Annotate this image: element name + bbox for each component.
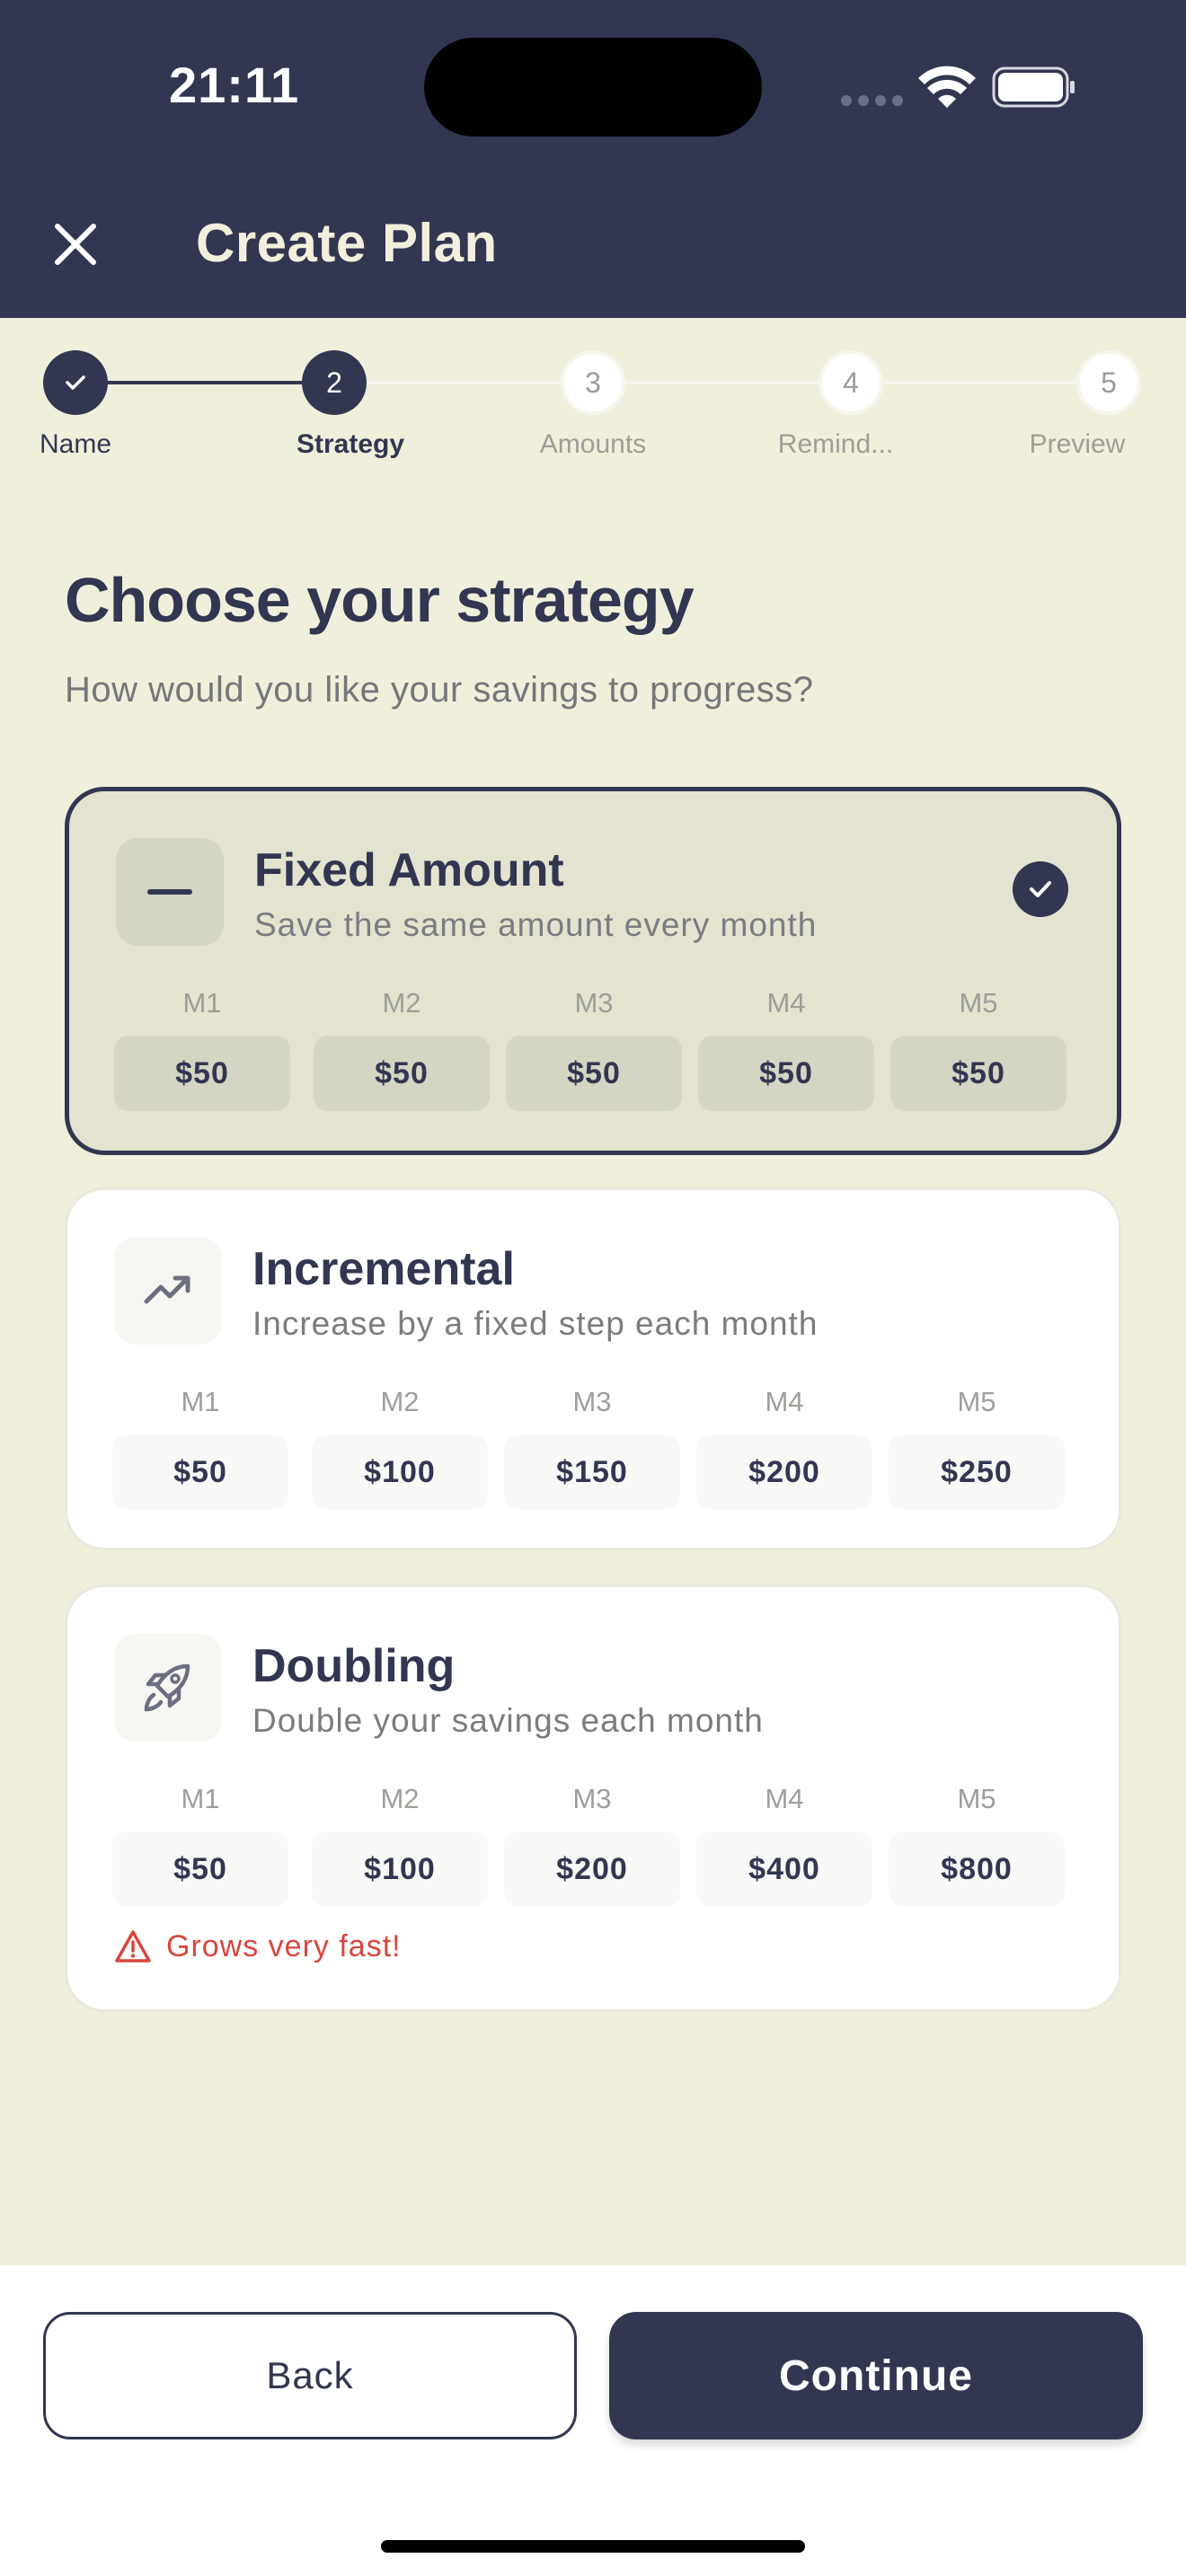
month-value: $400 (696, 1831, 872, 1907)
dynamic-island (424, 38, 762, 137)
close-icon[interactable] (47, 216, 104, 273)
month-value: $50 (114, 1036, 290, 1111)
month-label: M5 (959, 987, 998, 1019)
step-5-circle: 5 (1076, 350, 1141, 415)
month-label: M2 (380, 1386, 420, 1417)
warning-text: Grows very fast! (166, 1928, 402, 1963)
app-header: 21:11 Create Plan (0, 0, 1186, 318)
wifi-icon (918, 66, 976, 108)
step-4-circle: 4 (819, 350, 883, 415)
month-value: $50 (112, 1434, 288, 1510)
month-value: $100 (312, 1831, 488, 1907)
month-label: M3 (572, 1386, 612, 1417)
rocket-icon (114, 1634, 222, 1742)
continue-button[interactable]: Continue (609, 2312, 1143, 2439)
strategy-card-incremental[interactable]: Incremental Increase by a fixed step eac… (65, 1187, 1121, 1550)
month-value: $100 (312, 1434, 488, 1510)
trending-up-icon (114, 1237, 222, 1345)
strategy-title: Incremental (252, 1243, 515, 1295)
step-5-label: Preview (1029, 429, 1126, 459)
month-label: M4 (765, 1386, 804, 1417)
back-button[interactable]: Back (43, 2312, 577, 2439)
strategy-title: Doubling (252, 1640, 456, 1692)
minus-icon (116, 838, 224, 946)
month-value: $800 (889, 1831, 1065, 1907)
page-title: Create Plan (196, 213, 498, 273)
status-time: 21:11 (169, 57, 300, 113)
month-preview: M1 $50 M2 $100 M3 $150 M4 $200 M5 $250 (112, 1386, 1077, 1530)
month-value: $50 (890, 1036, 1067, 1111)
month-label: M4 (766, 987, 806, 1019)
step-3-label: Amounts (539, 429, 647, 459)
month-label: M3 (572, 1783, 612, 1814)
month-value: $200 (696, 1434, 872, 1510)
strategy-description: Double your savings each month (252, 1702, 764, 1739)
step-1-circle (43, 350, 108, 415)
check-icon (66, 375, 85, 390)
home-indicator (381, 2540, 805, 2553)
section-title: Choose your strategy (65, 565, 695, 635)
month-value: $50 (698, 1036, 874, 1111)
progress-stepper: Name 2 Strategy 3 Amounts 4 Remind... 5 … (0, 318, 1186, 480)
warning-icon (115, 1930, 151, 1963)
month-value: $250 (889, 1434, 1065, 1510)
strategy-description: Save the same amount every month (254, 906, 818, 943)
month-label: M3 (574, 987, 614, 1019)
section-subtitle: How would you like your savings to progr… (65, 670, 814, 710)
strategy-title: Fixed Amount (254, 844, 564, 896)
month-value: $50 (506, 1036, 682, 1111)
strategy-description: Increase by a fixed step each month (252, 1305, 819, 1342)
month-value: $150 (504, 1434, 680, 1510)
stepper-line-pending (367, 381, 1123, 384)
month-label: M1 (181, 1783, 220, 1814)
month-value: $50 (314, 1036, 490, 1111)
strategy-card-doubling[interactable]: Doubling Double your savings each month … (65, 1584, 1121, 2012)
month-label: M1 (181, 1386, 220, 1417)
month-label: M5 (957, 1783, 996, 1814)
step-3-circle: 3 (561, 350, 625, 415)
month-value: $200 (504, 1831, 680, 1907)
cellular-signal-icon (841, 95, 904, 106)
step-4-label: Remind... (777, 429, 894, 459)
month-label: M2 (380, 1783, 420, 1814)
footer-bar: Back Continue (0, 2265, 1186, 2576)
month-value: $50 (112, 1831, 288, 1907)
strategy-card-fixed-amount[interactable]: Fixed Amount Save the same amount every … (65, 787, 1121, 1155)
month-label: M5 (957, 1386, 996, 1417)
selected-check-icon (1013, 861, 1068, 917)
step-2-label: Strategy (296, 429, 405, 459)
step-1-label: Name (39, 429, 112, 459)
month-label: M2 (382, 987, 421, 1019)
step-2-circle: 2 (302, 350, 367, 415)
month-label: M4 (765, 1783, 804, 1814)
growth-warning: Grows very fast! (114, 1928, 402, 1964)
stepper-line-complete (75, 381, 304, 384)
month-preview: M1 $50 M2 $50 M3 $50 M4 $50 M5 $50 (114, 987, 1079, 1131)
month-label: M1 (182, 987, 222, 1019)
month-preview: M1 $50 M2 $100 M3 $200 M4 $400 M5 $800 (112, 1783, 1077, 1927)
battery-icon (992, 66, 1075, 108)
